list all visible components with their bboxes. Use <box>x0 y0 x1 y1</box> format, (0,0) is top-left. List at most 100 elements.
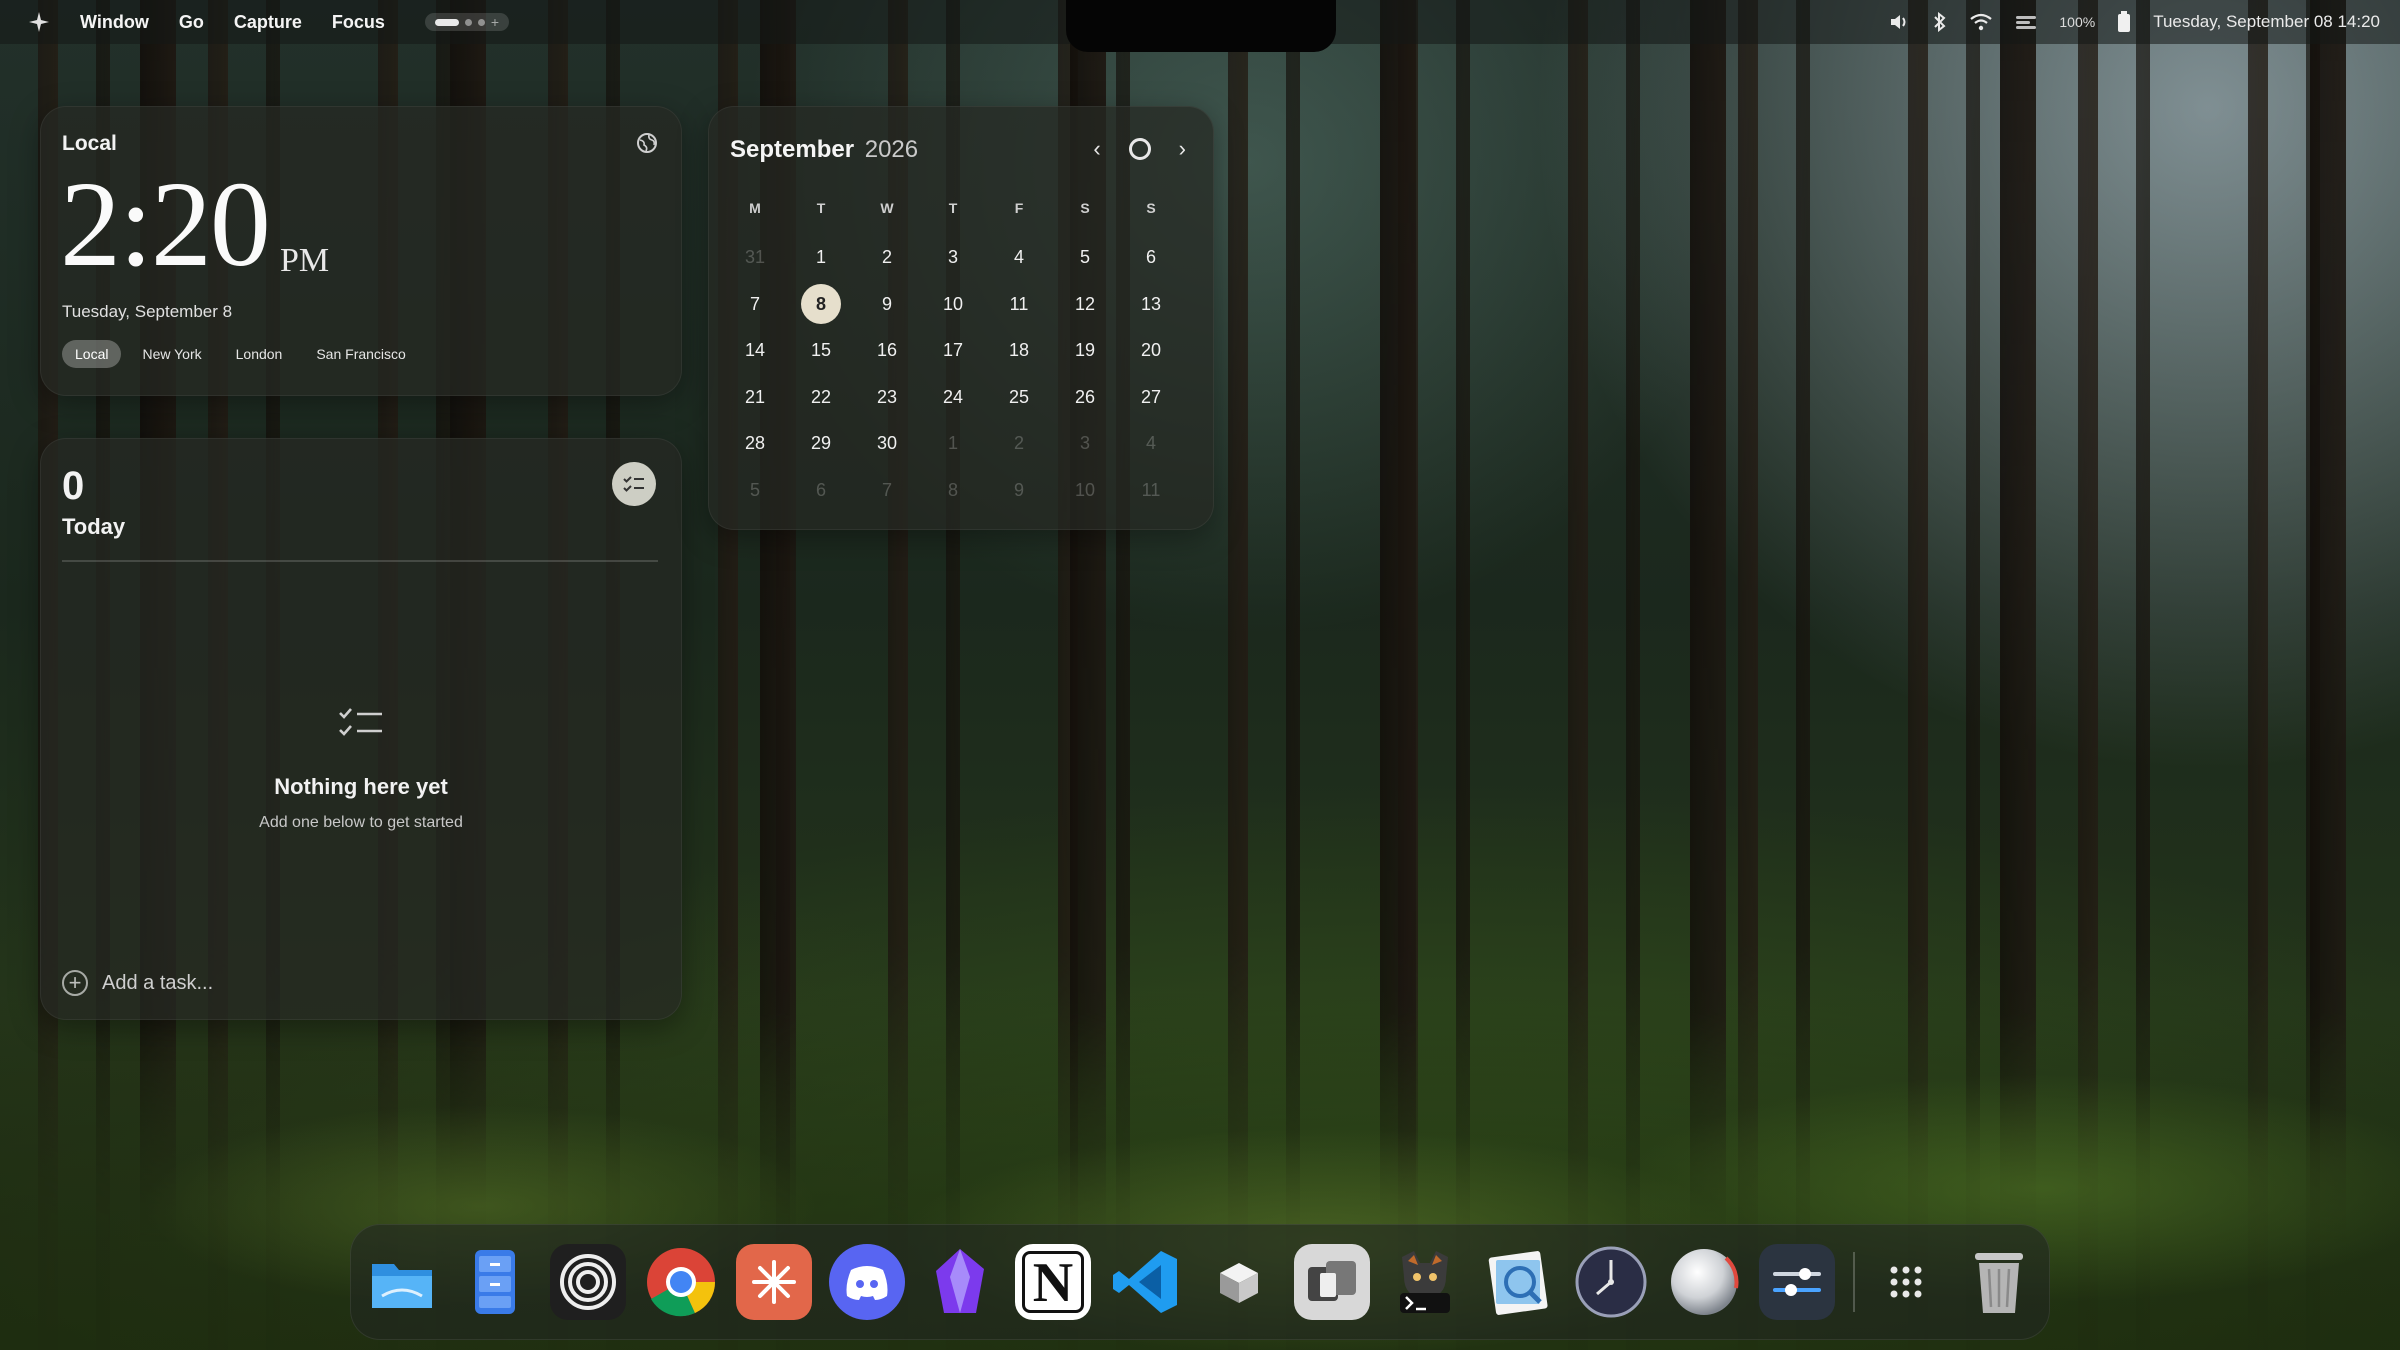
calendar-day[interactable]: 10 <box>1052 467 1118 514</box>
volume-icon[interactable] <box>1889 12 1911 32</box>
calendar-day[interactable]: 26 <box>1052 374 1118 421</box>
calendar-widget: September 2026 ‹ › M T W T F S S 31 1 2 3 4 5 6 7 8 9 10 1… <box>708 106 1214 530</box>
add-task-icon[interactable]: + <box>62 970 88 996</box>
calendar-day[interactable]: 15 <box>788 328 854 375</box>
calendar-day[interactable]: 5 <box>1052 235 1118 282</box>
obsidian-icon[interactable] <box>922 1244 998 1320</box>
tab-timezone-new-york[interactable]: New York <box>129 340 214 368</box>
empty-state-subtitle: Add one below to get started <box>259 814 463 831</box>
sparkle-logo-icon[interactable] <box>28 11 50 33</box>
calendar-day[interactable]: 22 <box>788 374 854 421</box>
calendar-day[interactable]: 19 <box>1052 328 1118 375</box>
menu-bar: Window Go Capture Focus + 100% Tuesday, … <box>0 0 2400 52</box>
calendar-day[interactable]: 29 <box>788 421 854 468</box>
calendar-day[interactable]: 6 <box>788 467 854 514</box>
clock-time: 2:20 <box>60 157 271 292</box>
calendar-day[interactable]: 17 <box>920 328 986 375</box>
calendar-day[interactable]: 2 <box>854 235 920 282</box>
calendar-day[interactable]: 9 <box>986 467 1052 514</box>
clock-icon[interactable] <box>1573 1244 1649 1320</box>
discord-icon[interactable] <box>829 1244 905 1320</box>
calendar-day[interactable]: 13 <box>1118 281 1184 328</box>
cube-icon[interactable] <box>1201 1244 1277 1320</box>
weekday-label: S <box>1080 200 1090 216</box>
bluetooth-icon[interactable] <box>1933 12 1947 32</box>
chevron-right-icon[interactable]: › <box>1179 136 1186 162</box>
calendar-day[interactable]: 4 <box>1118 421 1184 468</box>
workspace-active[interactable] <box>434 18 459 26</box>
launchpad-icon[interactable] <box>1868 1244 1944 1320</box>
calendar-day[interactable]: 5 <box>722 467 788 514</box>
calendar-day[interactable]: 4 <box>986 235 1052 282</box>
menubar-datetime[interactable]: Tuesday, September 08 14:20 <box>2153 12 2380 32</box>
calendar-day[interactable]: 23 <box>854 374 920 421</box>
add-task-input[interactable]: Add a task... <box>102 972 213 995</box>
calendar-day[interactable]: 20 <box>1118 328 1184 375</box>
dock-separator <box>1853 1252 1855 1312</box>
calendar-day[interactable]: 11 <box>986 281 1052 328</box>
globe-icon[interactable] <box>636 132 658 154</box>
add-task-row[interactable]: + Add a task... <box>62 970 213 996</box>
tab-timezone-san-francisco[interactable]: San Francisco <box>303 340 418 368</box>
clock-date: Tuesday, September 8 <box>62 302 233 321</box>
calendar-day[interactable]: 31 <box>722 235 788 282</box>
weekday-label: T <box>948 200 958 216</box>
calendar-day[interactable]: 7 <box>854 467 920 514</box>
workspace-dot[interactable] <box>477 18 485 26</box>
calendar-day[interactable]: 24 <box>920 374 986 421</box>
notion-icon[interactable]: N <box>1015 1244 1091 1320</box>
calendar-day[interactable]: 25 <box>986 374 1052 421</box>
menu-go[interactable]: Go <box>179 12 204 33</box>
orb-icon[interactable] <box>1666 1244 1742 1320</box>
chevron-left-icon[interactable]: ‹ <box>1093 136 1100 162</box>
preview-icon[interactable] <box>1480 1244 1556 1320</box>
tab-timezone-local[interactable]: Local <box>62 340 122 368</box>
settings-toggle-icon[interactable] <box>1759 1244 1835 1320</box>
calendar-day-today[interactable]: 8 <box>788 281 854 328</box>
calendar-day[interactable]: 6 <box>1118 235 1184 282</box>
calendar-day[interactable]: 1 <box>788 235 854 282</box>
weekday-label: F <box>1014 200 1024 216</box>
task-list-button[interactable] <box>612 462 656 506</box>
calendar-day[interactable]: 28 <box>722 421 788 468</box>
calendar-day[interactable]: 18 <box>986 328 1052 375</box>
terminal-icon[interactable] <box>1387 1244 1463 1320</box>
workspace-dot[interactable] <box>464 18 472 26</box>
menu-capture[interactable]: Capture <box>234 12 302 33</box>
control-center-icon[interactable] <box>2015 14 2037 30</box>
calendar-day[interactable]: 11 <box>1118 467 1184 514</box>
calendar-day[interactable]: 30 <box>854 421 920 468</box>
calendar-day[interactable]: 10 <box>920 281 986 328</box>
window-app-icon[interactable] <box>1294 1244 1370 1320</box>
calendar-day[interactable]: 14 <box>722 328 788 375</box>
file-cabinet-icon[interactable] <box>457 1244 533 1320</box>
calendar-day[interactable]: 9 <box>854 281 920 328</box>
calendar-day[interactable]: 12 <box>1052 281 1118 328</box>
menu-focus[interactable]: Focus <box>332 12 385 33</box>
calendar-day[interactable]: 3 <box>1052 421 1118 468</box>
calendar-day[interactable]: 21 <box>722 374 788 421</box>
menu-window[interactable]: Window <box>80 12 149 33</box>
trash-icon[interactable] <box>1961 1244 2037 1320</box>
calendar-nav: ‹ › <box>1093 136 1186 162</box>
calendar-day[interactable]: 2 <box>986 421 1052 468</box>
workspace-switcher[interactable]: + <box>424 13 510 31</box>
calendar-day[interactable]: 1 <box>920 421 986 468</box>
battery-percent: 100% <box>2059 14 2096 30</box>
go-to-today-icon[interactable] <box>1128 138 1151 160</box>
tab-timezone-london[interactable]: London <box>223 340 296 368</box>
calendar-day[interactable]: 7 <box>722 281 788 328</box>
finder-icon[interactable] <box>364 1244 440 1320</box>
wifi-icon[interactable] <box>1969 13 1993 31</box>
calendar-title: September 2026 <box>730 136 918 164</box>
calendar-day[interactable]: 8 <box>920 467 986 514</box>
claude-icon[interactable] <box>736 1244 812 1320</box>
chrome-icon[interactable] <box>643 1244 719 1320</box>
calendar-day[interactable]: 27 <box>1118 374 1184 421</box>
vscode-icon[interactable] <box>1108 1244 1184 1320</box>
calendar-day[interactable]: 3 <box>920 235 986 282</box>
calendar-day[interactable]: 16 <box>854 328 920 375</box>
target-icon[interactable] <box>550 1244 626 1320</box>
battery-icon[interactable] <box>2117 11 2131 33</box>
add-workspace-icon[interactable]: + <box>491 15 499 29</box>
